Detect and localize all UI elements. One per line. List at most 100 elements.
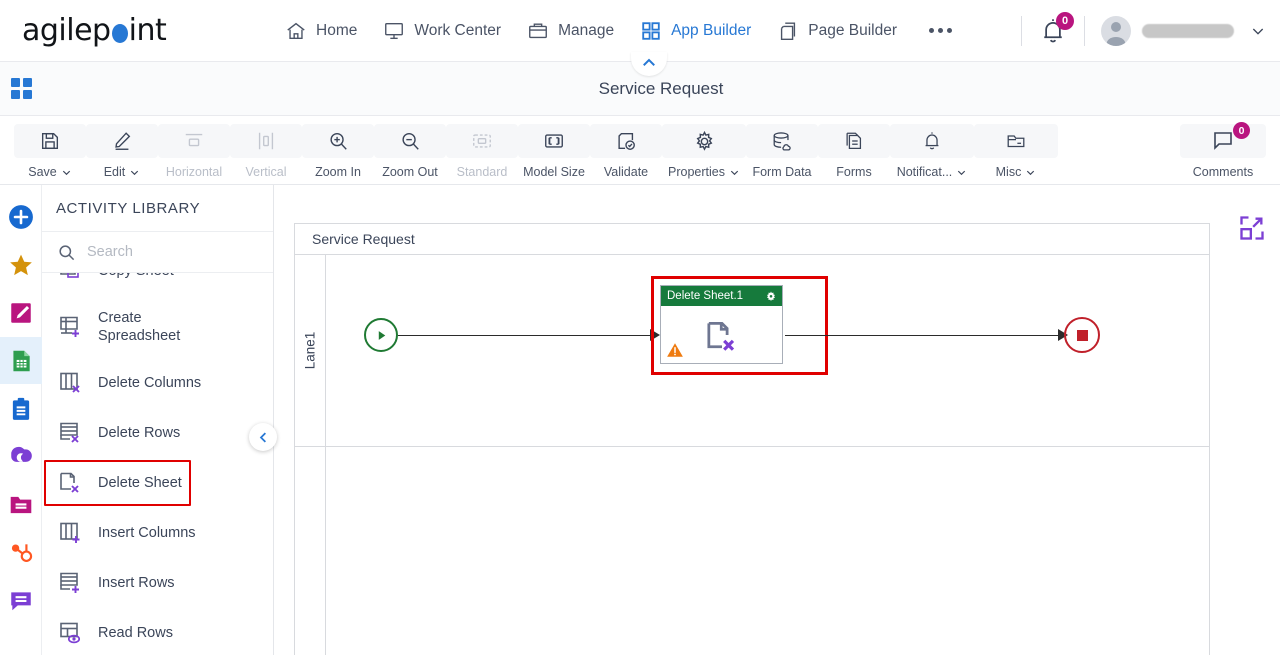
list-item-delete-columns[interactable]: Delete Columns <box>42 358 273 408</box>
start-event[interactable] <box>364 318 398 352</box>
process-canvas[interactable]: Service Request Lane1 Delete Sheet.1 <box>274 185 1280 655</box>
chat-icon <box>10 591 31 610</box>
zoom-out-icon-box <box>374 124 446 158</box>
task-delete-sheet[interactable]: Delete Sheet.1 <box>660 285 783 364</box>
app-grid-button[interactable] <box>0 62 42 116</box>
standard-size-icon <box>473 134 491 148</box>
save-icon-box <box>14 124 86 158</box>
activity-library-panel: ACTIVITY LIBRARY Copy Sheet Create Sprea… <box>42 185 274 655</box>
warning-icon <box>667 343 683 357</box>
list-item-copy-sheet[interactable]: Copy Sheet <box>42 273 273 296</box>
nav-item-app-builder[interactable]: App Builder <box>640 20 751 42</box>
toolbar-misc[interactable]: Misc <box>974 122 1058 179</box>
pool-title: Service Request <box>295 224 1209 255</box>
expand-canvas-button[interactable] <box>1238 214 1266 242</box>
toolbar-vertical[interactable]: Vertical <box>230 122 302 179</box>
list-item-label: Delete Rows <box>98 425 181 441</box>
add-icon <box>8 204 33 229</box>
zoom-out-icon <box>402 132 419 150</box>
rail-edit-note-button[interactable] <box>0 289 42 336</box>
validate-icon-box <box>590 124 662 158</box>
process-pool[interactable]: Service Request Lane1 Delete Sheet.1 <box>294 223 1210 655</box>
dot-2 <box>938 28 943 33</box>
lane-1-label: Lane1 <box>302 331 318 370</box>
favorites-star-icon <box>9 254 32 275</box>
activity-library-title: ACTIVITY LIBRARY <box>42 185 273 232</box>
rail-salesforce-button[interactable] <box>0 433 42 480</box>
activity-list[interactable]: Copy Sheet Create Spreadsheet Delete Col… <box>42 273 273 655</box>
toolbar-edit-label: Edit <box>103 165 126 179</box>
toolbar-standard[interactable]: Standard <box>446 122 518 179</box>
search-icon <box>59 244 75 260</box>
rail-add-button[interactable] <box>0 193 42 240</box>
list-item-insert-rows[interactable]: Insert Rows <box>42 558 273 608</box>
list-item-label: Delete Sheet <box>98 475 182 491</box>
notifications-button[interactable]: 0 <box>1038 11 1074 46</box>
end-event[interactable] <box>1064 317 1100 353</box>
nav-overflow-button[interactable] <box>929 28 952 33</box>
agilepoint-logo[interactable]: agilep int <box>0 13 190 48</box>
toolbar-zoom-out[interactable]: Zoom Out <box>374 122 446 179</box>
toolbar-properties[interactable]: Properties <box>662 122 746 179</box>
list-item-delete-rows[interactable]: Delete Rows <box>42 408 273 458</box>
toolbar-save-label-row: Save <box>28 165 72 179</box>
rail-favorites-button[interactable] <box>0 241 42 288</box>
comments-icon-box: 0 <box>1180 122 1266 158</box>
rail-clipboard-button[interactable] <box>0 385 42 432</box>
list-item-delete-sheet[interactable]: Delete Sheet <box>42 458 273 508</box>
list-item-insert-columns[interactable]: Insert Columns <box>42 508 273 558</box>
toolbar-model-size-label: Model Size <box>523 165 585 179</box>
sequence-flow-1[interactable] <box>398 335 652 336</box>
gear-icon[interactable] <box>765 290 777 302</box>
nav-label-home: Home <box>316 21 358 39</box>
toolbar-form-data-label: Form Data <box>752 165 812 179</box>
toolbar-zoom-out-label: Zoom Out <box>382 165 438 179</box>
list-item-create-spreadsheet[interactable]: Create Spreadsheet <box>42 296 273 358</box>
collapse-library-button[interactable] <box>249 423 277 451</box>
lane-2[interactable] <box>295 447 1209 655</box>
lane-2-body[interactable] <box>326 447 1209 655</box>
toolbar-save[interactable]: Save <box>14 122 86 179</box>
toolbar-edit[interactable]: Edit <box>86 122 158 179</box>
toolbar-forms[interactable]: Forms <box>818 122 890 179</box>
chevron-down-icon[interactable] <box>1250 23 1266 39</box>
nav-item-work-center[interactable]: Work Center <box>383 20 501 42</box>
nav-label-page-builder: Page Builder <box>808 21 897 39</box>
nav-item-home[interactable]: Home <box>285 20 357 42</box>
task-body <box>661 306 782 364</box>
forms-icon <box>846 132 862 149</box>
toolbar-horizontal[interactable]: Horizontal <box>158 122 230 179</box>
header-right-zone: 0 <box>1005 11 1280 46</box>
nav-item-page-builder[interactable]: Page Builder <box>777 20 897 42</box>
nav-item-manage[interactable]: Manage <box>527 20 614 42</box>
lane-2-header[interactable] <box>295 447 326 655</box>
hubspot-icon <box>11 543 32 562</box>
lane-1-header[interactable]: Lane1 <box>295 255 326 446</box>
avatar[interactable] <box>1101 15 1131 46</box>
ribbon-toolbar: Save Edit Horizontal Vertical Zoom In Zo… <box>0 116 1280 185</box>
rail-chat-button[interactable] <box>0 577 42 624</box>
home-icon <box>287 22 305 39</box>
rail-hubspot-button[interactable] <box>0 529 42 576</box>
toolbar-notifications[interactable]: Notificat... <box>890 122 974 179</box>
lane-1[interactable]: Lane1 Delete Sheet.1 <box>295 255 1209 447</box>
lane-1-body[interactable]: Delete Sheet.1 <box>326 255 1209 446</box>
model-size-icon <box>545 134 563 148</box>
list-item-label: Copy Sheet <box>98 273 174 280</box>
rail-folder-button[interactable] <box>0 481 42 528</box>
toolbar-comments[interactable]: 0 Comments <box>1180 122 1266 179</box>
toolbar-validate[interactable]: Validate <box>590 122 662 179</box>
chevron-down-icon <box>131 170 139 175</box>
toolbar-zoom-in-label: Zoom In <box>315 165 361 179</box>
delete-sheet-icon <box>60 472 79 493</box>
vertical-icon-box <box>230 124 302 158</box>
toolbar-zoom-in[interactable]: Zoom In <box>302 122 374 179</box>
toolbar-model-size[interactable]: Model Size <box>518 122 590 179</box>
search-input[interactable] <box>87 244 237 260</box>
library-search-row[interactable] <box>42 232 273 273</box>
rail-spreadsheet-button[interactable] <box>0 337 42 384</box>
toolbar-form-data[interactable]: Form Data <box>746 122 818 179</box>
sequence-flow-2[interactable] <box>785 335 1061 336</box>
zoom-in-icon-box <box>302 124 374 158</box>
list-item-read-rows[interactable]: Read Rows <box>42 608 273 655</box>
